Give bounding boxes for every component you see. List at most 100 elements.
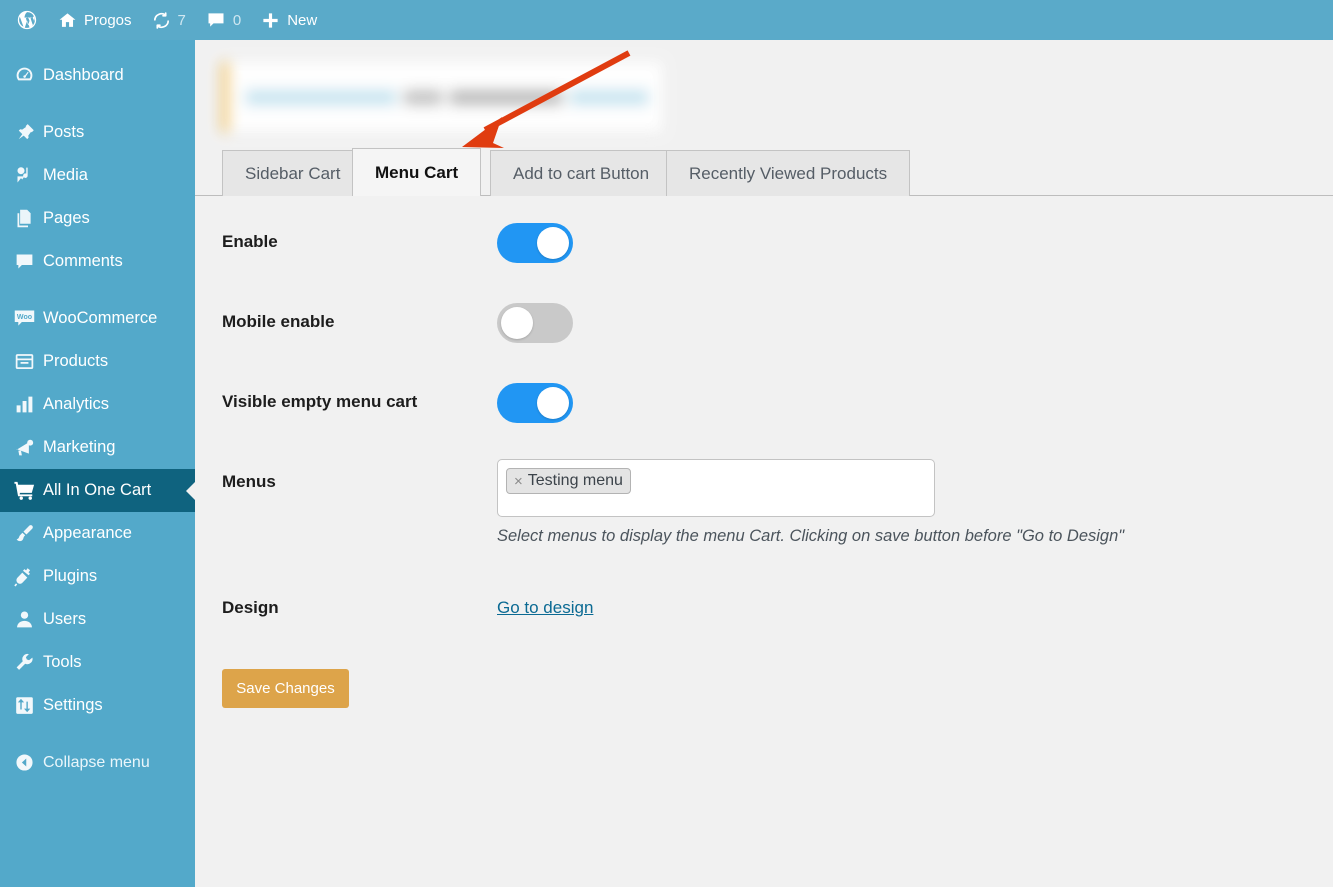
notice-text-blur [246, 91, 396, 104]
sidebar-item-label: WooCommerce [43, 309, 158, 327]
comments-count: 0 [232, 11, 242, 29]
design-label: Design [222, 598, 279, 617]
new-content-label: New [287, 11, 318, 29]
collapse-menu-button[interactable]: Collapse menu [0, 741, 195, 784]
sidebar-item-comments[interactable]: Comments [0, 240, 195, 283]
tab-sidebar-cart[interactable]: Sidebar Cart [222, 150, 364, 196]
sidebar-item-label: All In One Cart [43, 481, 152, 499]
sidebar-item-media[interactable]: Media [0, 154, 195, 197]
menus-label: Menus [222, 472, 276, 491]
toggle-knob [501, 307, 533, 339]
wp-logo-menu[interactable] [6, 0, 48, 40]
sidebar-item-label: Products [43, 352, 109, 370]
home-icon [58, 11, 77, 30]
visible-empty-menu-cart-toggle[interactable] [497, 383, 573, 423]
sidebar-item-plugins[interactable]: Plugins [0, 555, 195, 598]
chip-label: Testing menu [527, 472, 623, 489]
sidebar-item-label: Pages [43, 209, 90, 227]
site-name-label: Progos [84, 11, 132, 29]
visible-empty-menu-cart-label: Visible empty menu cart [222, 392, 418, 411]
main-content: Sidebar Cart Menu Cart Add to cart Butto… [195, 40, 1333, 887]
paintbrush-icon [7, 523, 41, 544]
sidebar-item-tools[interactable]: Tools [0, 641, 195, 684]
user-icon [7, 609, 41, 630]
plug-icon [7, 566, 41, 587]
megaphone-icon [7, 437, 41, 458]
sidebar-item-posts[interactable]: Posts [0, 111, 195, 154]
menus-multiselect-wrap: × Testing menu [497, 459, 935, 517]
sidebar-item-pages[interactable]: Pages [0, 197, 195, 240]
settings-tabs: Sidebar Cart Menu Cart Add to cart Butto… [195, 148, 1333, 196]
toggle-knob [537, 227, 569, 259]
menus-help-text: Select menus to display the menu Cart. C… [497, 527, 1125, 545]
tab-add-to-cart-button[interactable]: Add to cart Button [490, 150, 673, 196]
updates-icon [152, 11, 171, 30]
analytics-icon [7, 394, 41, 415]
notice-text-blur [570, 91, 648, 104]
sidebar-item-label: Appearance [43, 524, 132, 542]
pages-icon [7, 208, 41, 229]
menu-spacer [0, 40, 195, 54]
tab-menu-cart[interactable]: Menu Cart [352, 148, 482, 196]
admin-sidebar-menu: Dashboard Posts Media Pages Comments Woo… [0, 40, 195, 887]
sidebar-item-products[interactable]: Products [0, 340, 195, 383]
updates-count: 7 [177, 11, 186, 29]
sidebar-item-settings[interactable]: Settings [0, 684, 195, 727]
wrench-icon [7, 652, 41, 673]
sidebar-item-label: Marketing [43, 438, 116, 456]
mobile-enable-label: Mobile enable [222, 312, 335, 331]
new-content-menu[interactable]: New [251, 0, 327, 40]
sidebar-item-analytics[interactable]: Analytics [0, 383, 195, 426]
go-to-design-link[interactable]: Go to design [497, 598, 593, 617]
sidebar-item-users[interactable]: Users [0, 598, 195, 641]
sidebar-item-marketing[interactable]: Marketing [0, 426, 195, 469]
collapse-menu-label: Collapse menu [43, 753, 150, 771]
sidebar-item-label: Comments [43, 252, 123, 270]
enable-label: Enable [222, 232, 278, 251]
comments-menu[interactable]: 0 [196, 0, 251, 40]
mobile-enable-toggle-wrap [497, 303, 573, 343]
updates-menu[interactable]: 7 [142, 0, 196, 40]
plus-icon [261, 11, 280, 30]
toggle-knob [537, 387, 569, 419]
notice-text-blur [404, 91, 442, 104]
save-changes-button[interactable]: Save Changes [222, 669, 349, 708]
site-name-menu[interactable]: Progos [48, 0, 142, 40]
visible-empty-menu-cart-toggle-wrap [497, 383, 573, 423]
svg-text:Woo: Woo [16, 314, 32, 321]
chip-remove-icon[interactable]: × [514, 473, 523, 490]
sidebar-item-appearance[interactable]: Appearance [0, 512, 195, 555]
sidebar-item-all-in-one-cart[interactable]: All In One Cart [0, 469, 195, 512]
sidebar-item-label: Posts [43, 123, 85, 141]
design-link-wrap: Go to design [497, 598, 593, 618]
sidebar-item-label: Tools [43, 653, 82, 671]
menu-spacer [0, 727, 195, 741]
sidebar-item-label: Users [43, 610, 87, 628]
sidebar-item-dashboard[interactable]: Dashboard [0, 54, 195, 97]
products-icon [7, 351, 41, 372]
menus-multiselect[interactable]: × Testing menu [497, 459, 935, 517]
pin-icon [7, 122, 41, 143]
menu-spacer [0, 283, 195, 297]
wordpress-logo-icon [16, 9, 38, 31]
enable-toggle[interactable] [497, 223, 573, 263]
admin-bar: Progos 7 0 New [0, 0, 1333, 40]
sidebar-item-label: Settings [43, 696, 103, 714]
sidebar-item-label: Dashboard [43, 66, 124, 84]
notice-text-blur [450, 91, 562, 104]
enable-toggle-wrap [497, 223, 573, 263]
comment-bubble-icon [206, 10, 226, 30]
mobile-enable-toggle[interactable] [497, 303, 573, 343]
sidebar-item-label: Plugins [43, 567, 98, 585]
sidebar-item-label: Media [43, 166, 88, 184]
collapse-arrow-icon [7, 752, 41, 773]
tab-recently-viewed-products[interactable]: Recently Viewed Products [666, 150, 911, 196]
menu-chip-testing-menu[interactable]: × Testing menu [506, 468, 631, 494]
settings-icon [7, 695, 41, 716]
menu-spacer [0, 97, 195, 111]
admin-notice-blurred [222, 62, 662, 132]
sidebar-item-label: Analytics [43, 395, 110, 413]
sidebar-item-woocommerce[interactable]: Woo WooCommerce [0, 297, 195, 340]
dashboard-icon [7, 65, 41, 86]
woocommerce-icon: Woo [7, 307, 41, 330]
